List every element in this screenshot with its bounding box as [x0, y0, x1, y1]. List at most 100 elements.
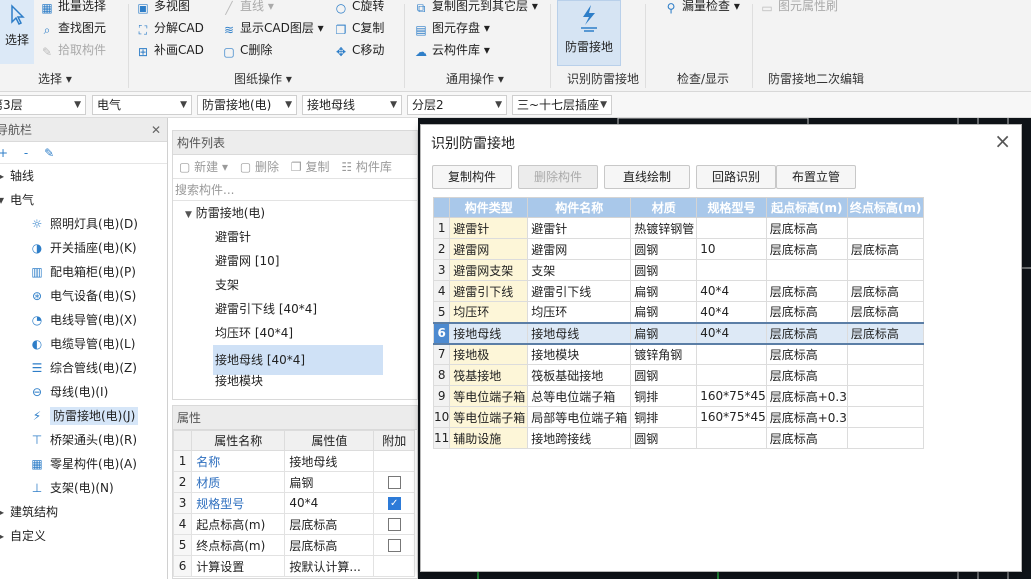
find-element-button[interactable]: ⌕ 查找图元 [40, 18, 106, 38]
place-riser-button[interactable]: 布置立管 [776, 165, 856, 189]
attach-checkbox[interactable] [387, 518, 401, 531]
sublayer-select[interactable]: 分层2 ▼ [407, 95, 507, 115]
table-cell[interactable] [846, 259, 925, 281]
table-cell[interactable]: 接地母线 [527, 321, 632, 345]
missing-check-button[interactable]: ⚲ 漏量检查 ▾ [664, 0, 740, 16]
redraw-cad-button[interactable]: ⊞ 补画CAD [136, 40, 204, 60]
table-row[interactable]: 6 接地母线 接地母线 扁钢 40*4 层底标高 层底标高 [432, 321, 925, 345]
table-cell[interactable]: 40*4 [696, 321, 767, 345]
table-cell[interactable]: 避雷网支架 [449, 259, 529, 281]
nav-item[interactable]: ⚡ 防雷接地(电)(J) [0, 404, 167, 428]
table-cell[interactable] [846, 343, 925, 365]
table-cell[interactable]: 避雷网 [527, 238, 632, 260]
close-icon[interactable]: × [994, 129, 1011, 153]
library-button[interactable]: ☷ 构件库 [341, 160, 392, 174]
table-cell[interactable]: 层底标高 [765, 238, 848, 260]
table-cell[interactable]: 筏板基础接地 [527, 364, 632, 386]
table-cell[interactable]: 避雷针 [449, 217, 529, 239]
property-brush-button[interactable]: ▭ 图元属性刷 [760, 0, 838, 16]
table-cell[interactable]: 避雷网 [449, 238, 529, 260]
table-cell[interactable]: 160*75*45 [696, 385, 767, 407]
table-cell[interactable]: 接地母线 [449, 321, 529, 345]
select-button[interactable]: 选择 [0, 0, 34, 64]
table-cell[interactable]: 圆钢 [630, 364, 698, 386]
table-cell[interactable]: 圆钢 [630, 427, 698, 449]
loop-identify-button[interactable]: 回路识别 [696, 165, 776, 189]
table-cell[interactable]: 避雷引下线 [449, 280, 529, 302]
property-value[interactable]: 扁钢 [284, 471, 375, 493]
nav-item[interactable]: ⊥ 支架(电)(N) [0, 476, 167, 500]
table-cell[interactable]: 接地极 [449, 343, 529, 365]
nav-item[interactable]: ⊤ 桥架通头(电)(R) [0, 428, 167, 452]
component-item[interactable]: 避雷引下线 [40*4] [173, 297, 417, 321]
copy-button[interactable]: ❐ 复制 [291, 160, 330, 174]
discipline-select[interactable]: 电气 ▼ [92, 95, 192, 115]
attach-checkbox[interactable]: ✓ [387, 497, 401, 510]
property-value[interactable]: 接地母线 [284, 450, 375, 472]
line-button[interactable]: ╱ 直线 ▾ [222, 0, 273, 16]
lightning-ground-button[interactable]: 防雷接地 [557, 0, 621, 66]
floor-select[interactable]: 第3层▼ [0, 95, 86, 115]
table-cell[interactable]: 层底标高 [846, 238, 925, 260]
table-cell[interactable]: 铜排 [630, 385, 698, 407]
table-cell[interactable]: 接地模块 [527, 343, 632, 365]
table-cell[interactable]: 圆钢 [630, 238, 698, 260]
drawing-select[interactable]: 三~十七层插座 ▼ [512, 95, 612, 115]
cad-copy-button[interactable]: ❐ C复制 [334, 18, 385, 38]
table-cell[interactable]: 铜排 [630, 406, 698, 428]
property-row[interactable]: 2 材质 扁钢 [172, 471, 415, 493]
property-value[interactable]: 按默认计算... [284, 555, 375, 577]
delete-component-button[interactable]: 删除构件 [518, 165, 598, 189]
nav-item[interactable]: ◔ 电线导管(电)(X) [0, 308, 167, 332]
nav-item[interactable]: ▥ 配电箱柜(电)(P) [0, 260, 167, 284]
table-row[interactable]: 11 辅助设施 接地跨接线 圆钢 层底标高 [432, 427, 925, 449]
table-cell[interactable] [846, 217, 925, 239]
batch-select-button[interactable]: ▦ 批量选择 [40, 0, 106, 16]
copy-to-other-layer-button[interactable]: ⧉ 复制图元到其它层 ▾ [414, 0, 538, 16]
table-cell[interactable]: 层底标高 [846, 301, 925, 323]
table-cell[interactable] [696, 217, 767, 239]
table-cell[interactable]: 层底标高 [765, 321, 848, 345]
table-cell[interactable]: 扁钢 [630, 321, 698, 345]
table-cell[interactable]: 总等电位端子箱 [527, 385, 632, 407]
table-cell[interactable]: 40*4 [696, 301, 767, 323]
table-cell[interactable]: 热镀锌钢管 [630, 217, 698, 239]
new-button[interactable]: ▢ 新建 ▾ [179, 160, 228, 174]
close-icon[interactable]: ✕ [151, 118, 161, 142]
table-cell[interactable]: 层底标高 [765, 280, 848, 302]
attach-checkbox[interactable] [387, 476, 401, 489]
table-cell[interactable]: 层底标高 [846, 321, 925, 345]
nav-item[interactable]: ▾ 电气 [0, 188, 167, 212]
table-cell[interactable]: 层底标高 [765, 427, 848, 449]
nav-item[interactable]: ▸ 自定义 [0, 524, 167, 548]
type-select[interactable]: 防雷接地(电) ▼ [197, 95, 297, 115]
attach-checkbox[interactable] [387, 539, 401, 552]
table-cell[interactable]: 筏基接地 [449, 364, 529, 386]
table-cell[interactable] [696, 259, 767, 281]
table-cell[interactable] [846, 364, 925, 386]
table-cell[interactable]: 层底标高 [846, 280, 925, 302]
tree-root[interactable]: ▼ 防雷接地(电) [173, 201, 417, 225]
nav-item[interactable]: ◑ 开关插座(电)(K) [0, 236, 167, 260]
table-row[interactable]: 7 接地极 接地模块 镀锌角钢 层底标高 [432, 343, 925, 365]
table-row[interactable]: 1 避雷针 避雷针 热镀锌钢管 层底标高 [432, 217, 925, 239]
table-cell[interactable]: 40*4 [696, 280, 767, 302]
table-cell[interactable] [846, 385, 925, 407]
table-cell[interactable]: 镀锌角钢 [630, 343, 698, 365]
table-row[interactable]: 2 避雷网 避雷网 圆钢 10 层底标高 层底标高 [432, 238, 925, 260]
component-item[interactable]: 避雷网 [10] [173, 249, 417, 273]
explode-cad-button[interactable]: ⛶ 分解CAD [136, 18, 204, 38]
table-row[interactable]: 3 避雷网支架 支架 圆钢 [432, 259, 925, 281]
table-cell[interactable]: 均压环 [449, 301, 529, 323]
cad-rotate-button[interactable]: ○ C旋转 [334, 0, 385, 16]
nav-item[interactable]: ▦ 零星构件(电)(A) [0, 452, 167, 476]
table-cell[interactable]: 避雷针 [527, 217, 632, 239]
table-cell[interactable]: 辅助设施 [449, 427, 529, 449]
show-cad-layer-button[interactable]: ≋ 显示CAD图层 ▾ [222, 18, 324, 38]
nav-item[interactable]: ▸ 轴线 [0, 164, 167, 188]
table-row[interactable]: 9 等电位端子箱 总等电位端子箱 铜排 160*75*45 层底标高+0.3 [432, 385, 925, 407]
component-search-input[interactable]: 搜索构件... [173, 179, 417, 201]
nav-item[interactable]: ⊛ 电气设备(电)(S) [0, 284, 167, 308]
delete-button[interactable]: ▢ 删除 [240, 160, 279, 174]
table-cell[interactable]: 均压环 [527, 301, 632, 323]
